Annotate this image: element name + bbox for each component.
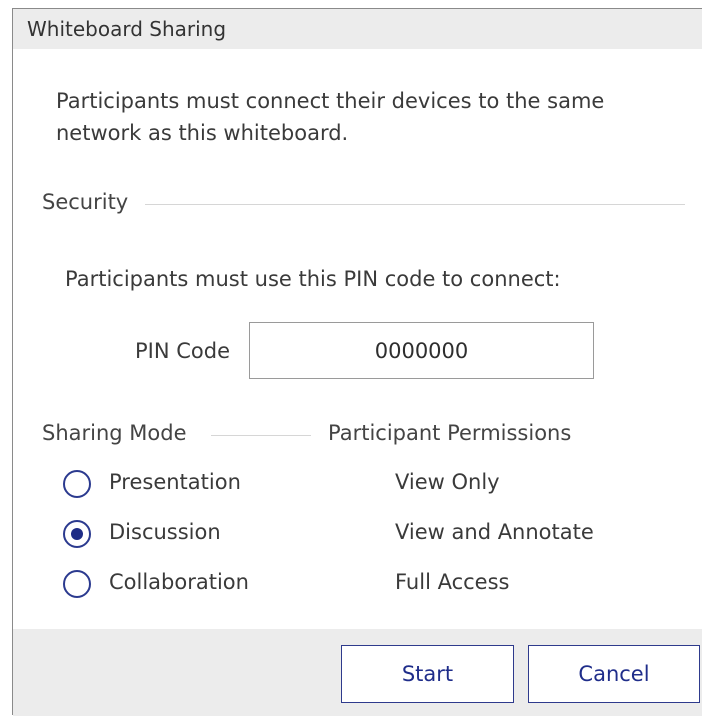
sharing-mode-header: Sharing Mode [42, 421, 187, 445]
radio-presentation[interactable] [63, 470, 91, 498]
sharing-mode-option-presentation[interactable]: Presentation View Only [63, 469, 623, 503]
dialog-footer: Start Cancel [13, 629, 702, 716]
title-bar: Whiteboard Sharing [13, 9, 702, 49]
mode-label-presentation: Presentation [109, 470, 241, 494]
network-description: Participants must connect their devices … [56, 89, 605, 145]
permission-label-view-only: View Only [395, 470, 500, 494]
participant-permissions-header: Participant Permissions [328, 421, 572, 445]
permission-label-full-access: Full Access [395, 570, 510, 594]
radio-selected-dot [71, 528, 83, 540]
cancel-button[interactable]: Cancel [528, 645, 700, 703]
permission-label-view-and-annotate: View and Annotate [395, 520, 594, 544]
sharing-mode-divider [211, 435, 311, 436]
sharing-mode-option-collaboration[interactable]: Collaboration Full Access [63, 569, 623, 603]
pin-code-label: PIN Code [135, 339, 231, 363]
sharing-mode-option-discussion[interactable]: Discussion View and Annotate [63, 519, 623, 553]
security-section-label: Security [42, 190, 129, 214]
dialog-title: Whiteboard Sharing [27, 17, 227, 41]
pin-code-field[interactable] [249, 322, 594, 379]
mode-label-discussion: Discussion [109, 520, 221, 544]
radio-collaboration[interactable] [63, 570, 91, 598]
mode-label-collaboration: Collaboration [109, 570, 249, 594]
radio-discussion[interactable] [63, 520, 91, 548]
security-divider [145, 204, 685, 205]
start-button[interactable]: Start [341, 645, 514, 703]
pin-instruction: Participants must use this PIN code to c… [65, 267, 561, 291]
whiteboard-sharing-dialog: Whiteboard Sharing Participants must con… [12, 8, 702, 716]
